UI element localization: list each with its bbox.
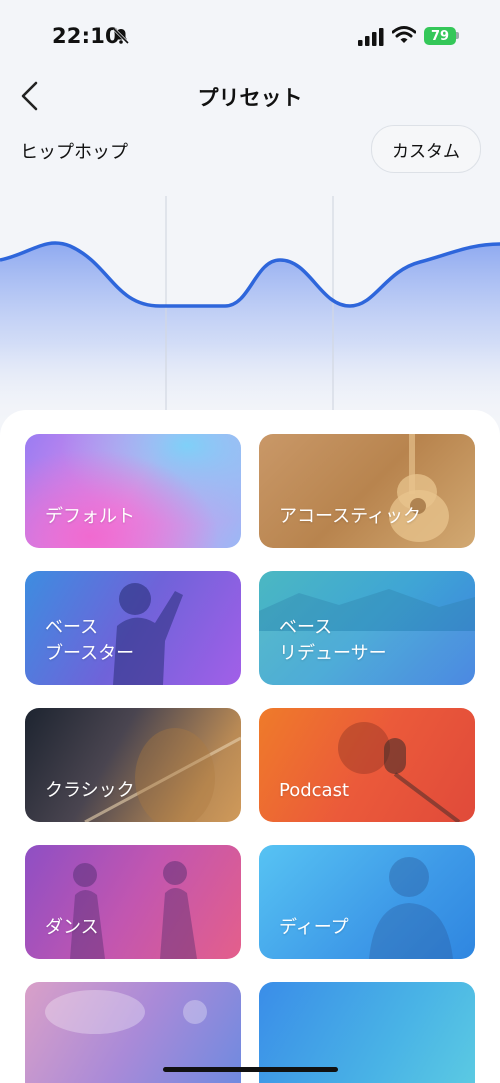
preset-grid-sheet: デフォルト アコースティック ベース ブースター ベース リデューサー クラシッ…	[0, 410, 500, 1083]
preset-card-classic[interactable]: クラシック	[25, 708, 241, 822]
current-preset-name: ヒップホップ	[20, 142, 128, 163]
eq-curve-fill	[0, 243, 500, 426]
cello-image	[84, 728, 241, 822]
preset-label: Podcast	[279, 780, 350, 801]
preset-label: アコースティック	[279, 506, 422, 527]
preset-card-bass-booster[interactable]: ベース ブースター	[25, 571, 241, 685]
wifi-icon	[392, 26, 416, 43]
preset-card-default[interactable]: デフォルト	[25, 434, 241, 548]
preset-card-deep[interactable]: ディープ	[259, 845, 475, 959]
preset-card-acoustic[interactable]: アコースティック	[259, 434, 475, 548]
bell-slash-icon	[112, 27, 130, 45]
singer-mic-image	[338, 722, 461, 822]
preset-label: ベース ブースター	[45, 617, 135, 664]
headphone-man-image	[369, 857, 453, 959]
preset-card-podcast[interactable]: Podcast	[259, 708, 475, 822]
preset-card-bass-reducer[interactable]: ベース リデューサー	[259, 571, 475, 685]
preset-label: デフォルト	[45, 506, 135, 527]
battery-cap	[456, 32, 459, 39]
home-indicator	[163, 1067, 338, 1072]
cellular-signal-icon	[358, 28, 384, 46]
nav-bar: プリセット	[0, 70, 500, 122]
dancers-image	[70, 861, 197, 959]
preset-label: ベース リデューサー	[279, 617, 387, 664]
preset-label: ディープ	[279, 917, 349, 938]
guitar-image	[389, 434, 449, 542]
page-title: プリセット	[197, 86, 303, 110]
preset-card-dance[interactable]: ダンス	[25, 845, 241, 959]
status-bar: 22:10 79	[0, 0, 500, 60]
eq-curve-graph	[0, 196, 500, 426]
status-time: 22:10	[52, 24, 120, 48]
battery-indicator: 79	[424, 27, 456, 45]
custom-button[interactable]: カスタム	[371, 125, 481, 173]
preset-label: ダンス	[45, 917, 99, 938]
preset-label: クラシック	[45, 780, 135, 801]
